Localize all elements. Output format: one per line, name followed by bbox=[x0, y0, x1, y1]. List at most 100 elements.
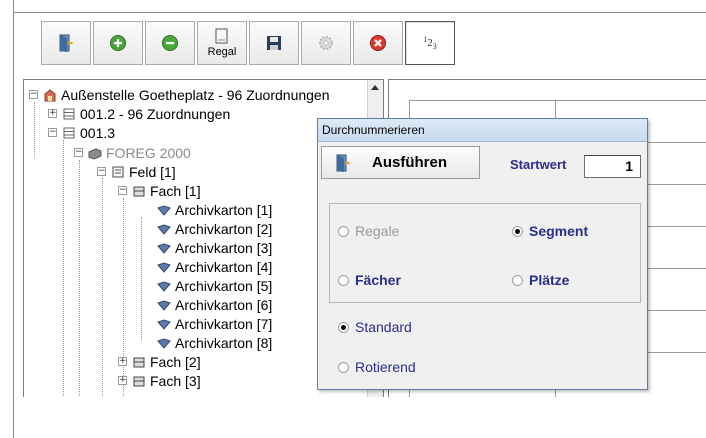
tree-connector bbox=[34, 102, 35, 158]
tree-item-label: Archivkarton [8] bbox=[175, 334, 273, 351]
radio-segment[interactable]: Segment bbox=[512, 223, 588, 239]
tree-item-foreg[interactable]: − FOREG 2000 bbox=[74, 143, 191, 162]
scope-group bbox=[329, 203, 641, 303]
radio-plaetze-indicator[interactable] bbox=[512, 274, 523, 286]
numbering-button[interactable]: 123 bbox=[405, 21, 455, 65]
radio-rotierend-indicator[interactable] bbox=[338, 361, 349, 373]
box-icon bbox=[157, 299, 171, 311]
collapse-icon[interactable]: − bbox=[48, 128, 57, 137]
field-icon bbox=[112, 166, 124, 177]
tree-item-label: Fach [1] bbox=[150, 182, 201, 199]
radio-regale[interactable]: Regale bbox=[338, 223, 399, 239]
radio-segment-indicator[interactable] bbox=[512, 225, 523, 237]
tree-item-label: 001.2 - 96 Zuordnungen bbox=[80, 105, 231, 122]
tree-connector bbox=[63, 140, 64, 397]
radio-faecher[interactable]: Fächer bbox=[338, 272, 401, 288]
tree-item-label: Archivkarton [4] bbox=[175, 258, 273, 275]
tree-item-archivkarton-6[interactable]: Archivkarton [6] bbox=[157, 295, 272, 314]
close-circle-icon bbox=[370, 35, 386, 51]
exit-door-icon bbox=[336, 154, 351, 172]
radio-faecher-indicator[interactable] bbox=[338, 274, 349, 286]
regal-button[interactable]: Regal bbox=[197, 21, 247, 65]
box-icon bbox=[157, 223, 171, 235]
dialog-title[interactable]: Durchnummerieren bbox=[318, 119, 647, 142]
tree-connector bbox=[141, 217, 142, 341]
toolbar: Regal 123 bbox=[41, 21, 457, 67]
tree-item-fach-1[interactable]: − Fach [1] bbox=[118, 181, 201, 200]
tree-item-label: Fach [3] bbox=[150, 372, 201, 389]
tree-item-label: Fach [2] bbox=[150, 353, 201, 370]
exit-door-icon bbox=[59, 34, 74, 52]
numbering-icon: 123 bbox=[423, 35, 437, 51]
tree-item-fach-2[interactable]: + Fach [2] bbox=[118, 352, 201, 371]
tree-item-label: Archivkarton [6] bbox=[175, 296, 273, 313]
tree-item-root[interactable]: − Außenstelle Goetheplatz - 96 Zuordnung… bbox=[29, 85, 330, 104]
radio-standard[interactable]: Standard bbox=[338, 319, 412, 335]
radio-plaetze-label: Plätze bbox=[529, 272, 570, 288]
tree-item-archivkarton-5[interactable]: Archivkarton [5] bbox=[157, 276, 272, 295]
collapse-icon[interactable]: − bbox=[97, 167, 106, 176]
minus-circle-icon bbox=[162, 35, 178, 51]
box-icon bbox=[157, 261, 171, 273]
tree-item-archivkarton-1[interactable]: Archivkarton [1] bbox=[157, 200, 272, 219]
numbering-glyph-3: 3 bbox=[432, 42, 437, 51]
startwert-input[interactable]: 1 bbox=[584, 155, 641, 178]
expand-icon[interactable]: + bbox=[48, 109, 57, 118]
radio-plaetze[interactable]: Plätze bbox=[512, 272, 569, 288]
tree-item-label: Archivkarton [5] bbox=[175, 277, 273, 294]
collapse-icon[interactable]: − bbox=[29, 90, 38, 99]
radio-regale-label: Regale bbox=[355, 223, 400, 239]
floppy-disk-icon bbox=[267, 36, 281, 50]
expand-icon[interactable]: + bbox=[118, 376, 127, 385]
compartment-icon bbox=[133, 376, 145, 386]
cancel-button[interactable] bbox=[353, 21, 403, 65]
tree-item-feld-1[interactable]: − Feld [1] bbox=[97, 162, 176, 181]
tree-item-archivkarton-8[interactable]: Archivkarton [8] bbox=[157, 333, 272, 352]
grid-line bbox=[409, 100, 706, 101]
radio-standard-indicator[interactable] bbox=[338, 321, 349, 333]
scroll-up-icon[interactable] bbox=[371, 85, 379, 90]
window-left-border bbox=[0, 0, 14, 438]
plus-circle-icon bbox=[110, 35, 126, 51]
shelf-icon bbox=[63, 127, 75, 138]
run-button-label: Ausführen bbox=[372, 154, 447, 171]
rack-icon bbox=[88, 147, 102, 160]
box-icon bbox=[157, 337, 171, 349]
tree-item-label: FOREG 2000 bbox=[106, 144, 191, 161]
box-icon bbox=[157, 204, 171, 216]
radio-regale-indicator[interactable] bbox=[338, 225, 349, 237]
tree-connector bbox=[79, 160, 80, 397]
exit-button[interactable] bbox=[41, 21, 91, 65]
regal-button-label: Regal bbox=[207, 46, 237, 58]
document-icon bbox=[215, 28, 228, 44]
tree-item-fach-3[interactable]: + Fach [3] bbox=[118, 371, 201, 390]
tree-item-label: Außenstelle Goetheplatz - 96 Zuordnungen bbox=[61, 86, 330, 103]
collapse-icon[interactable]: − bbox=[74, 148, 83, 157]
tree-item-archivkarton-4[interactable]: Archivkarton [4] bbox=[157, 257, 272, 276]
run-button[interactable]: Ausführen bbox=[321, 146, 480, 179]
expand-icon[interactable]: + bbox=[118, 357, 127, 366]
tree-item-001-3[interactable]: − 001.3 bbox=[48, 123, 115, 142]
tree-item-label: Archivkarton [3] bbox=[175, 239, 273, 256]
tree-item-label: Archivkarton [7] bbox=[175, 315, 273, 332]
settings-button[interactable] bbox=[301, 21, 351, 65]
shelf-icon bbox=[63, 108, 75, 119]
tree-item-archivkarton-3[interactable]: Archivkarton [3] bbox=[157, 238, 272, 257]
tree-item-archivkarton-2[interactable]: Archivkarton [2] bbox=[157, 219, 272, 238]
compartment-icon bbox=[133, 357, 145, 367]
tree-item-label: Archivkarton [1] bbox=[175, 201, 273, 218]
tree-item-001-2[interactable]: + 001.2 - 96 Zuordnungen bbox=[48, 104, 230, 123]
gear-icon bbox=[319, 36, 333, 50]
box-icon bbox=[157, 318, 171, 330]
radio-rotierend[interactable]: Rotierend bbox=[338, 359, 416, 375]
remove-button[interactable] bbox=[145, 21, 195, 65]
add-button[interactable] bbox=[93, 21, 143, 65]
save-button[interactable] bbox=[249, 21, 299, 65]
radio-standard-label: Standard bbox=[355, 319, 412, 335]
radio-segment-label: Segment bbox=[529, 223, 589, 239]
numbering-dialog: Durchnummerieren Ausführen Startwert 1 R… bbox=[317, 118, 648, 390]
tree-item-archivkarton-7[interactable]: Archivkarton [7] bbox=[157, 314, 272, 333]
collapse-icon[interactable]: − bbox=[118, 186, 127, 195]
tree-item-label: 001.3 bbox=[80, 124, 116, 141]
radio-faecher-label: Fächer bbox=[355, 272, 401, 288]
